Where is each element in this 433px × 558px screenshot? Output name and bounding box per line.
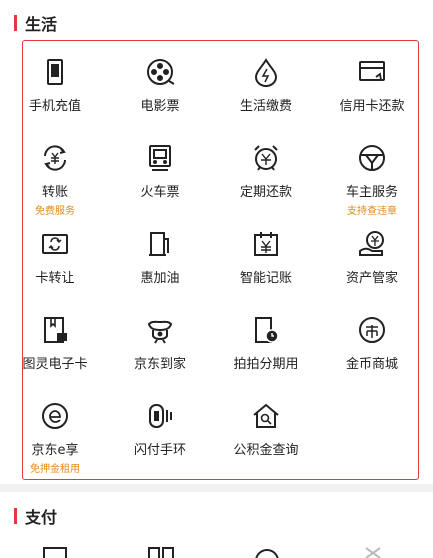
service-item-jd-daojia[interactable]: 京东到家 xyxy=(110,315,210,372)
mascot-icon xyxy=(145,315,175,345)
service-item-train-tickets[interactable]: 火车票 xyxy=(110,143,210,200)
services-grid: 手机充值 电影票 生活缴费 信用卡还款 转账 免费服务 火车票 定期还款 车主服… xyxy=(22,40,419,480)
service-label: 拍拍分期用 xyxy=(233,357,299,372)
transfer-icon xyxy=(40,143,70,173)
partial-icon xyxy=(40,546,70,558)
calendar-yuan-icon xyxy=(251,229,281,259)
service-label: 京东e享 xyxy=(31,443,79,458)
train-icon xyxy=(145,143,175,173)
card-transfer-icon xyxy=(40,229,70,259)
hand-coin-icon xyxy=(357,229,387,259)
service-item-transfer[interactable]: 转账 免费服务 xyxy=(5,143,105,217)
film-reel-icon xyxy=(145,57,175,87)
service-sub-label: 免费服务 xyxy=(35,206,75,217)
phone-icon xyxy=(40,57,70,87)
service-item-turing-card[interactable]: 图灵电子卡 xyxy=(5,315,105,372)
installment-icon xyxy=(251,315,281,345)
alarm-clock-icon xyxy=(251,143,281,173)
partial-icon xyxy=(146,546,176,558)
service-label: 火车票 xyxy=(140,185,180,200)
section-title-life: 生活 xyxy=(14,12,57,34)
service-label: 生活缴费 xyxy=(239,99,292,114)
steering-wheel-icon xyxy=(357,143,387,173)
service-sub-label: 免押金租用 xyxy=(30,464,80,475)
service-item-quickpass-band[interactable]: 闪付手环 xyxy=(110,401,210,458)
service-item-movie-tickets[interactable]: 电影票 xyxy=(110,57,210,114)
service-item-car-owner[interactable]: 车主服务 支持查违章 xyxy=(322,143,422,217)
section-accent-bar xyxy=(14,15,17,31)
section-accent-bar xyxy=(14,508,17,524)
credit-card-icon xyxy=(357,57,387,87)
service-item-housing-fund[interactable]: 公积金查询 xyxy=(216,401,316,458)
service-item-credit-card-repay[interactable]: 信用卡还款 xyxy=(322,57,422,114)
water-drop-icon xyxy=(251,57,281,87)
service-label: 手机充值 xyxy=(28,99,81,114)
section-divider xyxy=(0,484,433,492)
service-label: 闪付手环 xyxy=(133,443,186,458)
coin-icon xyxy=(357,315,387,345)
section-title-label: 支付 xyxy=(25,508,58,527)
service-item-scheduled-repay[interactable]: 定期还款 xyxy=(216,143,316,200)
gift-card-icon xyxy=(40,315,70,345)
service-label: 惠加油 xyxy=(140,271,180,286)
fuel-pump-icon xyxy=(145,229,175,259)
wristband-icon xyxy=(145,401,175,431)
service-sub-label: 支持查违章 xyxy=(347,206,397,217)
service-label: 转账 xyxy=(41,185,68,200)
service-label: 电影票 xyxy=(140,99,180,114)
section-title-pay: 支付 xyxy=(14,505,57,527)
service-label: 车主服务 xyxy=(345,185,398,200)
service-label: 资产管家 xyxy=(345,271,398,286)
service-label: 信用卡还款 xyxy=(339,99,405,114)
service-item-jd-e-share[interactable]: 京东e享 免押金租用 xyxy=(5,401,105,475)
partial-icon xyxy=(252,546,282,558)
service-item-utility-bills[interactable]: 生活缴费 xyxy=(216,57,316,114)
service-item-paipai-installment[interactable]: 拍拍分期用 xyxy=(216,315,316,372)
partial-icon xyxy=(358,546,388,558)
house-search-icon xyxy=(251,401,281,431)
section-title-label: 生活 xyxy=(25,15,58,34)
service-item-smart-bookkeeping[interactable]: 智能记账 xyxy=(216,229,316,286)
service-label: 智能记账 xyxy=(239,271,292,286)
service-item-phone-recharge[interactable]: 手机充值 xyxy=(5,57,105,114)
service-label: 京东到家 xyxy=(133,357,186,372)
e-circle-icon xyxy=(40,401,70,431)
service-label: 金币商城 xyxy=(345,357,398,372)
service-label: 卡转让 xyxy=(35,271,75,286)
service-item-asset-manager[interactable]: 资产管家 xyxy=(322,229,422,286)
service-item-card-transfer[interactable]: 卡转让 xyxy=(5,229,105,286)
service-label: 图灵电子卡 xyxy=(22,357,88,372)
service-item-fuel[interactable]: 惠加油 xyxy=(110,229,210,286)
service-label: 定期还款 xyxy=(239,185,292,200)
service-label: 公积金查询 xyxy=(233,443,299,458)
service-item-coin-mall[interactable]: 金币商城 xyxy=(322,315,422,372)
